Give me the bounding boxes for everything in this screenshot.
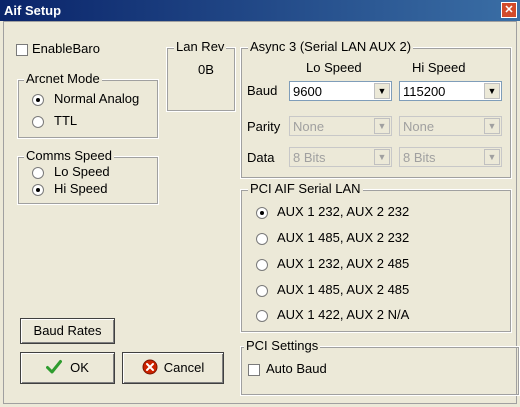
cancel-label: Cancel: [163, 360, 205, 375]
aif-setup-window: Aif Setup ✕ EnableBaro Lan Rev 0B Arcnet…: [0, 0, 520, 407]
chevron-down-icon[interactable]: ▼: [484, 83, 500, 99]
lo-speed-header: Lo Speed: [306, 60, 362, 75]
chevron-down-icon[interactable]: ▼: [374, 118, 390, 134]
arcnet-ttl-radio[interactable]: [32, 116, 44, 128]
parity-hi-value: None: [403, 119, 435, 134]
data-hi-select[interactable]: 8 Bits ▼: [399, 147, 502, 167]
data-lo-select[interactable]: 8 Bits ▼: [289, 147, 392, 167]
pci-aux-option-radio[interactable]: [256, 207, 268, 219]
baud-rates-label: Baud Rates: [33, 323, 102, 338]
lan-rev-title: Lan Rev: [174, 39, 227, 54]
baud-hi-select[interactable]: 115200 ▼: [399, 81, 502, 101]
close-icon: ✕: [504, 4, 514, 16]
pci-aux-option-label: AUX 1 232, AUX 2 485: [277, 256, 410, 271]
checkmark-icon: [46, 360, 63, 374]
chevron-down-icon[interactable]: ▼: [484, 149, 500, 165]
arcnet-ttl-label: TTL: [54, 113, 78, 128]
arcnet-normal-analog-label: Normal Analog: [54, 91, 140, 106]
auto-baud-label: Auto Baud: [266, 361, 327, 376]
pci-settings-title: PCI Settings: [244, 338, 321, 353]
auto-baud-checkbox[interactable]: [248, 364, 260, 376]
chevron-down-icon[interactable]: ▼: [374, 149, 390, 165]
enable-baro-checkbox[interactable]: [16, 44, 28, 56]
dialog-body: EnableBaro Lan Rev 0B Arcnet Mode Normal…: [3, 21, 520, 404]
pci-aif-serial-lan-title: PCI AIF Serial LAN: [248, 181, 363, 196]
async3-title: Async 3 (Serial LAN AUX 2): [248, 39, 414, 54]
pci-aux-option-label: AUX 1 485, AUX 2 485: [277, 282, 410, 297]
parity-label: Parity: [247, 119, 281, 134]
data-label: Data: [247, 150, 275, 165]
cancel-button[interactable]: Cancel: [122, 352, 224, 384]
parity-hi-select[interactable]: None ▼: [399, 116, 502, 136]
baud-lo-value: 9600: [293, 84, 322, 99]
ok-button[interactable]: OK: [20, 352, 115, 384]
baud-lo-select[interactable]: 9600 ▼: [289, 81, 392, 101]
data-hi-value: 8 Bits: [403, 150, 436, 165]
window-title: Aif Setup: [4, 3, 62, 18]
pci-aux-option-label: AUX 1 422, AUX 2 N/A: [277, 307, 410, 322]
comms-lo-speed-label: Lo Speed: [54, 164, 110, 179]
baud-rates-button[interactable]: Baud Rates: [20, 318, 115, 344]
parity-lo-select[interactable]: None ▼: [289, 116, 392, 136]
enable-baro-label: EnableBaro: [32, 41, 100, 56]
chevron-down-icon[interactable]: ▼: [484, 118, 500, 134]
ok-label: OK: [70, 360, 89, 375]
comms-hi-speed-radio[interactable]: [32, 184, 44, 196]
data-lo-value: 8 Bits: [293, 150, 326, 165]
pci-aux-option-radio[interactable]: [256, 310, 268, 322]
comms-speed-title: Comms Speed: [24, 148, 114, 163]
arcnet-mode-group: [17, 79, 159, 139]
pci-aux-option-radio[interactable]: [256, 233, 268, 245]
baud-hi-value: 115200: [403, 84, 446, 99]
parity-lo-value: None: [293, 119, 325, 134]
pci-aux-option-label: AUX 1 485, AUX 2 232: [277, 230, 410, 245]
lan-rev-value: 0B: [198, 62, 214, 77]
lan-rev-group: [166, 47, 236, 112]
baud-label: Baud: [247, 83, 278, 98]
title-bar: Aif Setup ✕: [0, 0, 520, 21]
hi-speed-header: Hi Speed: [412, 60, 466, 75]
chevron-down-icon[interactable]: ▼: [374, 83, 390, 99]
arcnet-mode-title: Arcnet Mode: [24, 71, 102, 86]
close-button[interactable]: ✕: [501, 2, 517, 18]
arcnet-normal-analog-radio[interactable]: [32, 94, 44, 106]
comms-lo-speed-radio[interactable]: [32, 167, 44, 179]
pci-aux-option-label: AUX 1 232, AUX 2 232: [277, 204, 410, 219]
pci-aux-option-radio[interactable]: [256, 259, 268, 271]
comms-hi-speed-label: Hi Speed: [54, 181, 108, 196]
pci-aux-option-radio[interactable]: [256, 285, 268, 297]
cancel-icon: [142, 359, 158, 375]
